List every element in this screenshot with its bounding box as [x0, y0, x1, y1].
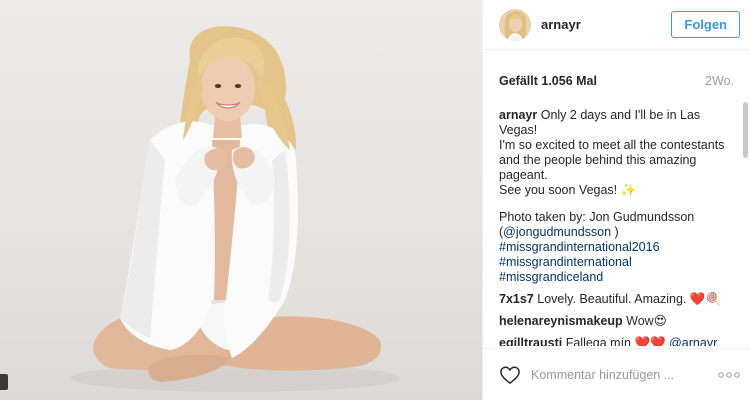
comments-section: arnayr Only 2 days and I'll be in Las Ve… — [499, 108, 738, 346]
comment-item: helenareynismakeup Wow😍 — [499, 314, 738, 329]
credit-mention-link[interactable]: @jongudmundsson — [503, 225, 611, 239]
comment-username[interactable]: egilltrausti — [499, 336, 562, 346]
comments-scrollbar[interactable] — [743, 78, 748, 346]
post-sidebar: arnayr Folgen Gefällt 1.056 Mal 2Wo. arn… — [482, 0, 750, 400]
post-view: arnayr Folgen Gefällt 1.056 Mal 2Wo. arn… — [0, 0, 750, 400]
scrollbar-thumb[interactable] — [743, 102, 748, 158]
credit-paren-close: ) — [611, 225, 619, 239]
photo-illustration — [70, 26, 400, 392]
hashtag-link[interactable]: #missgrandiceland — [499, 270, 603, 284]
caption-username[interactable]: arnayr — [499, 108, 537, 122]
credit-line: Photo taken by: Jon Gudmundsson — [499, 210, 695, 224]
avatar-image — [499, 8, 531, 41]
likes-count[interactable]: Gefällt 1.056 Mal — [499, 74, 597, 88]
post-photo[interactable] — [0, 0, 482, 400]
heart-icon[interactable] — [499, 365, 521, 385]
hashtag-link[interactable]: #missgrandinternational — [499, 255, 632, 269]
caption-credits: Photo taken by: Jon Gudmundsson (@jongud… — [499, 210, 738, 285]
post-caption: arnayr Only 2 days and I'll be in Las Ve… — [499, 108, 738, 285]
photo-nav-handle[interactable] — [0, 374, 8, 390]
comment-text: Lovely. Beautiful. Amazing. ❤️🍭 — [537, 292, 722, 306]
post-timestamp[interactable]: 2Wo. — [705, 74, 734, 88]
caption-line-2: I'm so excited to meet all the contestan… — [499, 138, 725, 182]
post-meta: Gefällt 1.056 Mal 2Wo. — [483, 50, 750, 88]
comment-text: Wow😍 — [626, 314, 667, 328]
more-options-icon[interactable] — [718, 371, 740, 378]
post-username[interactable]: arnayr — [541, 17, 671, 32]
post-header: arnayr Folgen — [483, 0, 750, 50]
avatar[interactable] — [499, 8, 531, 41]
comment-username[interactable]: helenareynismakeup — [499, 314, 623, 328]
hashtag-link[interactable]: #missgrandinternational2016 — [499, 240, 660, 254]
comment-mention-link[interactable]: @arnayr — [669, 336, 717, 346]
caption-line-3: See you soon Vegas! ✨ — [499, 183, 637, 197]
post-footer — [483, 348, 750, 400]
comment-input[interactable] — [531, 367, 718, 382]
comment-username[interactable]: 7x1s7 — [499, 292, 534, 306]
comment-item: egilltrausti Fallega mín ❤️❤️ @arnayr — [499, 336, 738, 346]
comment-text: Fallega mín ❤️❤️ — [565, 336, 666, 346]
comment-item: 7x1s7 Lovely. Beautiful. Amazing. ❤️🍭 — [499, 292, 738, 307]
follow-button[interactable]: Folgen — [671, 11, 740, 38]
